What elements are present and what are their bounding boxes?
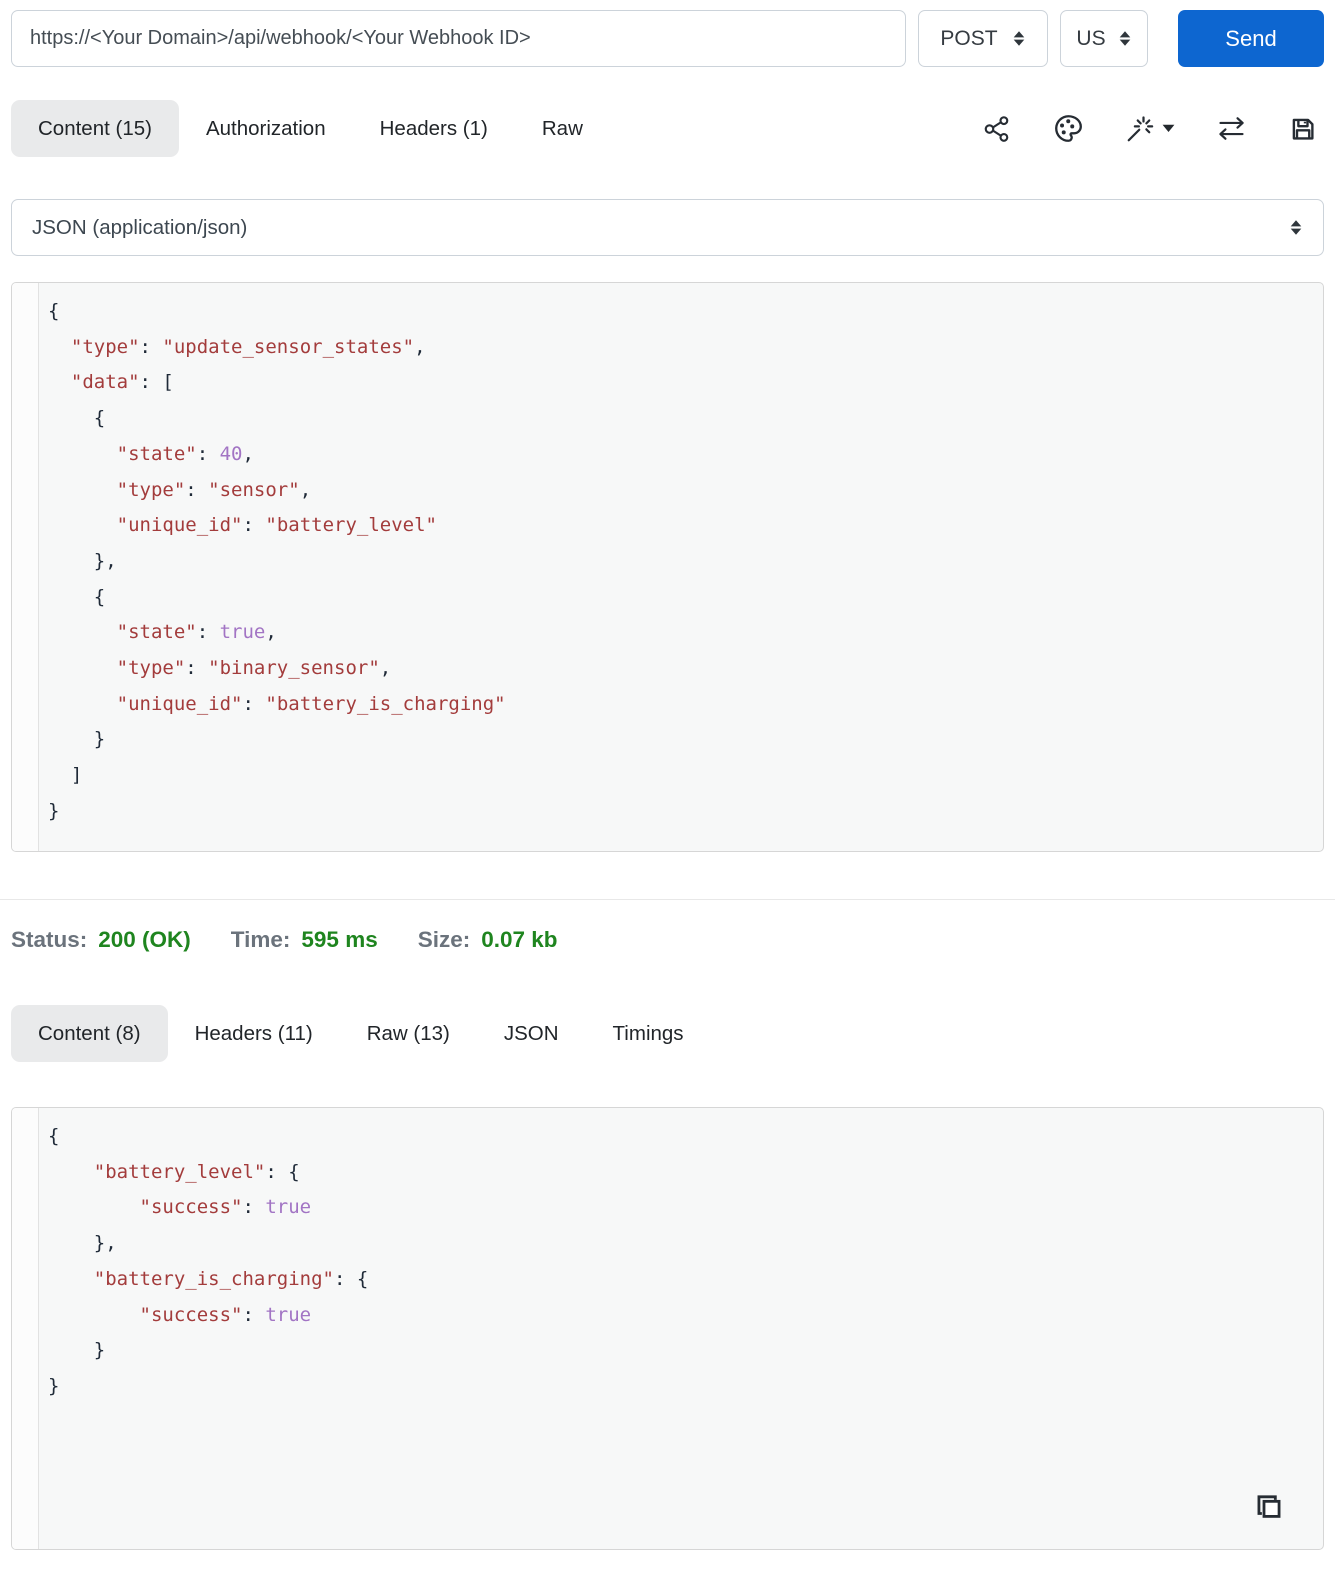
swap-arrows-icon[interactable]	[1216, 111, 1247, 147]
method-select-value: POST	[940, 26, 998, 50]
save-icon[interactable]	[1288, 111, 1318, 147]
send-button[interactable]: Send	[1178, 10, 1324, 67]
chevron-down-icon	[1162, 124, 1175, 132]
content-type-select-value: JSON (application/json)	[32, 215, 248, 239]
content-type-select[interactable]: JSON (application/json)	[11, 199, 1324, 256]
tab-response-raw[interactable]: Raw (13)	[340, 1005, 477, 1062]
section-divider	[0, 899, 1335, 900]
response-body-code: { "battery_level": { "success": true }, …	[48, 1125, 369, 1397]
editor-gutter	[12, 1108, 39, 1549]
api-tester-app: POST US Send Content (15) Authorization …	[0, 0, 1335, 1566]
tab-request-content[interactable]: Content (15)	[11, 100, 179, 157]
magic-wand-icon[interactable]	[1125, 111, 1175, 147]
size-label: Size:	[417, 927, 471, 952]
time-label: Time:	[230, 927, 291, 952]
tab-request-authorization[interactable]: Authorization	[179, 100, 353, 157]
response-body-panel: { "battery_level": { "success": true }, …	[11, 1107, 1324, 1550]
tab-response-content[interactable]: Content (8)	[11, 1005, 168, 1062]
status-value: 200 (OK)	[98, 927, 191, 952]
palette-icon[interactable]	[1053, 111, 1084, 147]
url-input[interactable]	[11, 10, 906, 67]
editor-gutter	[12, 283, 39, 851]
tab-response-headers[interactable]: Headers (11)	[168, 1005, 340, 1062]
request-body-code[interactable]: { "type": "update_sensor_states", "data"…	[39, 283, 1323, 851]
response-tab-bar: Content (8) Headers (11) Raw (13) JSON T…	[11, 1005, 1324, 1062]
request-body-editor[interactable]: { "type": "update_sensor_states", "data"…	[11, 282, 1324, 852]
tab-response-timings[interactable]: Timings	[586, 1005, 711, 1062]
status-label: Status:	[11, 927, 88, 952]
request-toolbar	[982, 111, 1324, 147]
tab-response-json[interactable]: JSON	[477, 1005, 586, 1062]
updown-caret-icon	[1013, 31, 1024, 46]
region-select[interactable]: US	[1060, 10, 1148, 67]
status-bar: Status: 200 (OK) Time: 595 ms Size: 0.07…	[11, 927, 1324, 953]
request-tab-bar: Content (15) Authorization Headers (1) R…	[11, 100, 1324, 157]
request-url-row: POST US Send	[11, 10, 1324, 67]
tab-request-headers[interactable]: Headers (1)	[353, 100, 515, 157]
region-select-value: US	[1076, 26, 1106, 50]
tab-request-raw[interactable]: Raw	[515, 100, 610, 157]
updown-caret-icon	[1119, 31, 1130, 46]
share-icon[interactable]	[982, 111, 1012, 147]
method-select[interactable]: POST	[918, 10, 1048, 67]
updown-caret-icon	[1290, 220, 1302, 235]
copy-icon[interactable]	[1249, 1489, 1283, 1523]
size-value: 0.07 kb	[481, 927, 558, 952]
time-value: 595 ms	[301, 927, 378, 952]
